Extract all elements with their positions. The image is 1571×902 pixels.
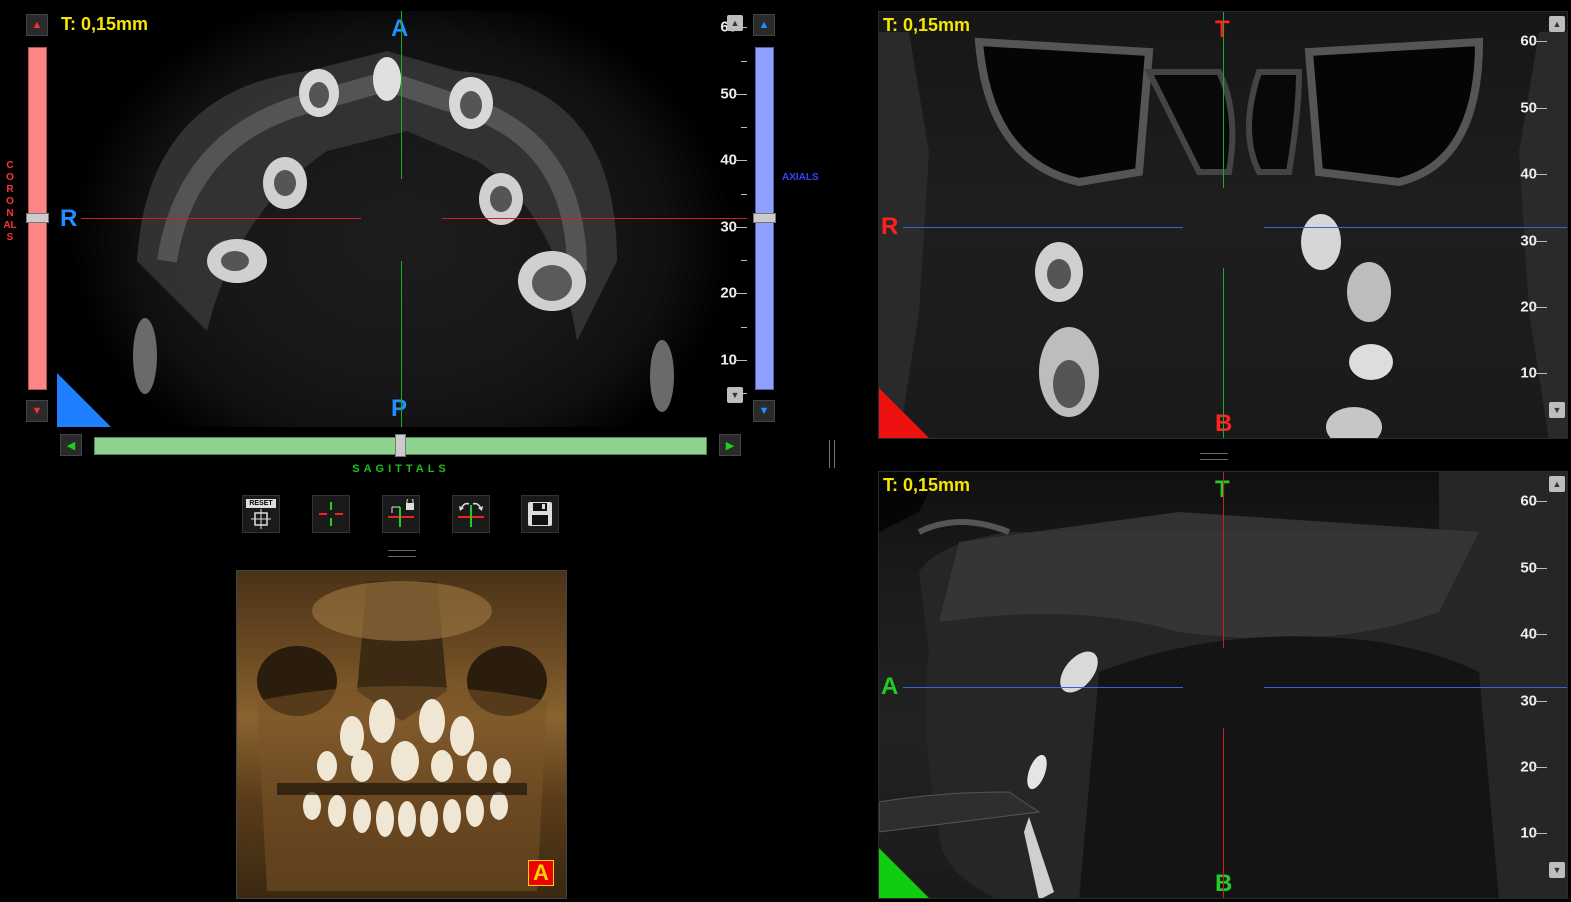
coronal-crosshair-sagittal-top[interactable] [1223,12,1224,188]
rotate-icon [458,502,484,527]
coronal-crosshair-axial-left[interactable] [903,227,1183,228]
sagittals-slider-thumb[interactable] [395,434,406,457]
sagittal-view[interactable]: T: 0,15mm T B A 60 50 40 30 20 10 ▲ ▼ [878,471,1568,899]
sagittal-ruler: 60 50 40 30 20 10 [1503,472,1547,898]
axials-down-button[interactable]: ▼ [753,400,775,422]
sagittal-crosshair-coronal-top[interactable] [1223,472,1224,648]
axials-up-button[interactable]: ▲ [753,14,775,36]
coronal-corner-marker [879,388,929,438]
anterior-orientation-badge: A [528,860,554,886]
volume-render-view[interactable]: A [236,570,567,899]
axial-thickness-label: T: 0,15mm [61,14,149,34]
coronal-crosshair-sagittal-bottom[interactable] [1223,268,1224,438]
skull-render-image [257,581,547,891]
axial-crosshair-coronal-left[interactable] [81,218,361,219]
rotate-crosshair-button[interactable] [452,495,490,533]
coronal-thickness-label: T: 0,15mm [883,15,971,35]
sagittals-right-button[interactable]: ▶ [719,434,741,456]
lock-crosshair-button[interactable] [382,495,420,533]
sagittal-corner-marker [879,848,929,898]
axial-view[interactable]: T: 0,15mm A P R 60 50 40 30 20 10 ▲ ▼ [57,11,747,427]
coronal-ruler: 60 50 40 30 20 10 [1503,12,1547,438]
reset-icon: RESET [246,499,276,529]
sagittal-orient-left: A [881,673,899,700]
axial-corner-marker [57,373,111,427]
sagittals-left-button[interactable]: ◀ [60,434,82,456]
coronal-scroll-down-icon[interactable]: ▼ [1549,402,1565,418]
coronals-up-button[interactable]: ▲ [26,14,48,36]
right-panel-splitter-handle[interactable] [1200,453,1228,460]
axials-slider-thumb[interactable] [753,213,776,223]
lock-crosshair-icon [388,499,414,527]
axial-scroll-down-icon[interactable]: ▼ [727,387,743,403]
reset-text: RESET [246,499,276,508]
crosshair-icon [319,502,343,526]
coronal-scroll-up-icon[interactable]: ▲ [1549,16,1565,32]
coronals-down-button[interactable]: ▼ [26,400,48,422]
reset-button[interactable]: RESET [242,495,280,533]
sagittal-crosshair-axial-left[interactable] [903,687,1183,688]
crosshair-toggle-button[interactable] [312,495,350,533]
axial-orient-top: A [391,15,409,42]
axial-scroll-up-icon[interactable]: ▲ [727,15,743,31]
main-vertical-splitter-handle[interactable] [829,440,835,468]
coronal-orient-left: R [881,213,899,240]
axials-label: AXIALS [782,172,819,183]
left-panel-splitter-handle[interactable] [388,550,416,557]
sagittal-scroll-down-icon[interactable]: ▼ [1549,862,1565,878]
sagittals-label: SAGITTALS [352,463,450,475]
coronals-label: CORONALS [3,160,17,243]
coronal-view[interactable]: T: 0,15mm T B R 60 50 40 30 20 10 ▲ ▼ [878,11,1568,439]
axial-crosshair-coronal-right[interactable] [442,218,747,219]
coronals-slider-thumb[interactable] [26,213,49,223]
axial-ruler: 60 50 40 30 20 10 [703,11,747,427]
axial-scan-image [133,51,674,412]
sagittal-scroll-up-icon[interactable]: ▲ [1549,476,1565,492]
axial-orient-bottom: P [391,395,408,422]
sagittal-thickness-label: T: 0,15mm [883,475,971,495]
floppy-disk-icon [528,502,552,526]
axial-crosshair-sagittal-bottom[interactable] [401,261,402,427]
axial-crosshair-sagittal-top[interactable] [401,11,402,179]
sagittal-crosshair-coronal-bottom[interactable] [1223,728,1224,898]
axial-orient-left: R [60,205,78,232]
save-button[interactable] [521,495,559,533]
